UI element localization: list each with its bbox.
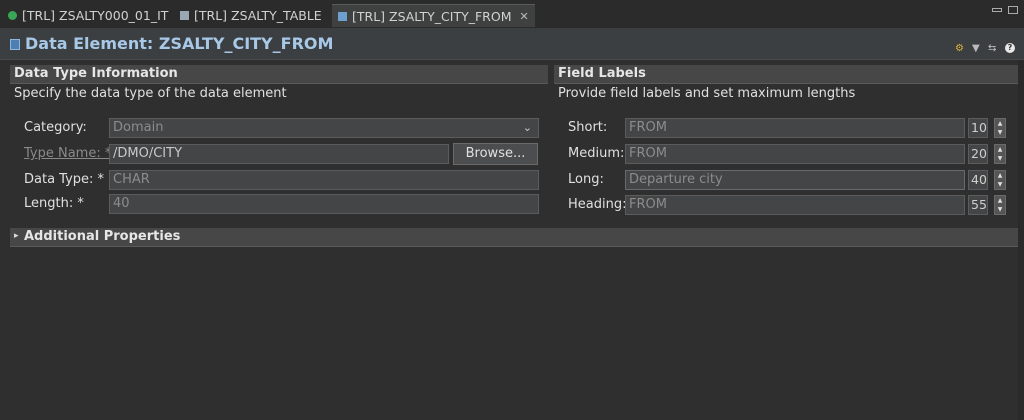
tab-label: [TRL] ZSALTY_CITY_FROM [352, 8, 512, 24]
medium-max-length-spinner[interactable]: ▲ ▼ [994, 144, 1006, 164]
editor-tab-bar: [TRL] ZSALTY000_01_IT [TRL] ZSALTY_TABLE… [0, 0, 1024, 28]
tab-zsalty-table[interactable]: [TRL] ZSALTY_TABLE [180, 4, 322, 26]
section-title: Field Labels [558, 66, 646, 81]
short-text-input[interactable]: FROM [625, 118, 965, 138]
minimize-icon[interactable] [992, 8, 1002, 12]
short-label: Short: [568, 120, 608, 135]
category-select[interactable]: Domain ⌄ [109, 118, 539, 138]
heading-max-length[interactable]: 55 [968, 195, 988, 215]
link-icon[interactable]: ⇆ [988, 43, 996, 54]
green-circle-icon [8, 10, 17, 20]
long-text-input[interactable]: Departure city [625, 170, 965, 190]
run-icon[interactable]: ⚙ [955, 43, 964, 54]
category-label: Category: [24, 120, 87, 135]
long-max-length-spinner[interactable]: ▲ ▼ [994, 170, 1006, 190]
tab-zsalty-city-from[interactable]: [TRL] ZSALTY_CITY_FROM ✕ [332, 4, 535, 27]
data-type-section-header: Data Type Information [10, 65, 548, 84]
length-label: Length: * [24, 196, 84, 211]
tab-label: [TRL] ZSALTY000_01_IT [22, 7, 169, 23]
length-field: 40 [109, 194, 539, 214]
short-max-length-spinner[interactable]: ▲ ▼ [994, 118, 1006, 138]
chevron-down-icon[interactable]: ▼ [972, 43, 980, 54]
heading-text-input[interactable]: FROM [625, 195, 965, 215]
medium-label: Medium: [568, 146, 625, 161]
table-icon [180, 10, 189, 20]
type-name-link[interactable]: Type Name: * [24, 146, 111, 161]
long-label: Long: [568, 172, 604, 187]
tab-zsalty000-01-it[interactable]: [TRL] ZSALTY000_01_IT [8, 4, 168, 26]
medium-text-input[interactable]: FROM [625, 144, 965, 164]
short-max-length[interactable]: 10 [968, 118, 988, 138]
heading-max-length-spinner[interactable]: ▲ ▼ [994, 195, 1006, 215]
data-element-icon [338, 11, 347, 21]
field-labels-description: Provide field labels and set maximum len… [558, 86, 856, 101]
chevron-right-icon[interactable]: ▸ [14, 231, 19, 241]
chevron-down-icon[interactable]: ⌄ [523, 119, 532, 137]
data-type-description: Specify the data type of the data elemen… [14, 86, 287, 101]
section-title: Additional Properties [24, 229, 181, 244]
section-title: Data Type Information [14, 66, 178, 81]
data-type-field: CHAR [109, 170, 539, 190]
help-icon[interactable]: ? [1005, 43, 1015, 53]
long-max-length[interactable]: 40 [968, 170, 988, 190]
category-value: Domain [113, 120, 164, 135]
heading-label: Heading: [568, 197, 627, 212]
medium-max-length[interactable]: 20 [968, 144, 988, 164]
maximize-icon[interactable] [1008, 6, 1018, 14]
field-labels-section-header: Field Labels [554, 65, 1018, 84]
additional-properties-section[interactable]: ▸ Additional Properties [10, 228, 1018, 247]
data-type-label: Data Type: * [24, 172, 105, 187]
editor-right-border [1018, 60, 1024, 420]
tab-label: [TRL] ZSALTY_TABLE [194, 7, 322, 23]
editor-header: Data Element: ZSALTY_CITY_FROM ⚙ ▼ ⇆ ? [0, 28, 1024, 60]
type-name-input[interactable]: /DMO/CITY [109, 144, 449, 164]
close-icon[interactable]: ✕ [520, 10, 529, 23]
data-element-icon [10, 39, 20, 50]
browse-button[interactable]: Browse... [453, 143, 538, 165]
page-title: Data Element: ZSALTY_CITY_FROM [25, 34, 334, 53]
